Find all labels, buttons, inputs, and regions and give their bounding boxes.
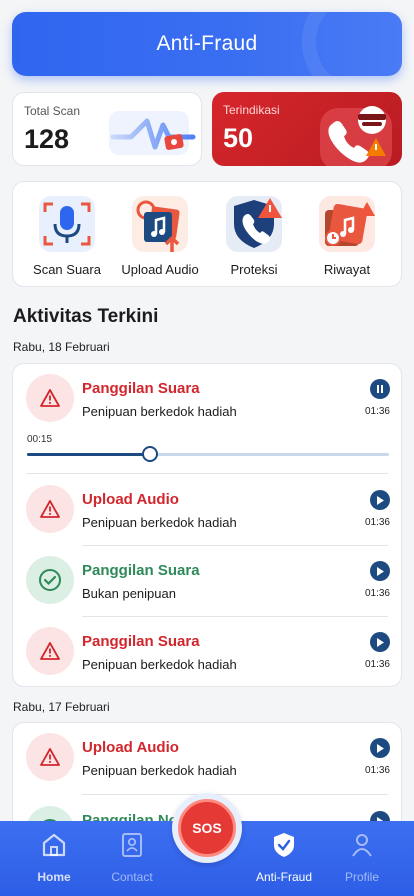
activity-title: Panggilan Suara — [82, 633, 200, 650]
warning-icon — [26, 374, 74, 422]
activity-duration: 01:36 — [364, 765, 390, 776]
upload-audio-action[interactable]: Upload Audio — [112, 196, 208, 277]
play-button[interactable] — [370, 490, 390, 510]
riwayat-label: Riwayat — [323, 262, 371, 277]
home-icon — [14, 831, 94, 859]
activity-subtitle: Penipuan berkedok hadiah — [82, 404, 237, 419]
shield-check-icon — [244, 831, 324, 859]
upload-audio-label: Upload Audio — [121, 262, 199, 277]
activity-card: Panggilan Suara Penipuan berkedok hadiah… — [12, 363, 402, 687]
play-button[interactable] — [370, 561, 390, 581]
nav-profile-label: Profile — [344, 870, 379, 884]
contact-book-icon — [92, 831, 172, 859]
audio-progress-thumb[interactable] — [142, 446, 159, 462]
user-icon — [322, 831, 402, 859]
check-circle-icon — [26, 556, 74, 604]
divider — [82, 794, 388, 795]
fraud-indicated-value: 50 — [223, 123, 254, 153]
warning-icon — [26, 627, 74, 675]
date-header: Rabu, 17 Februari — [13, 700, 110, 714]
scan-suara-label: Scan Suara — [33, 262, 101, 277]
divider — [26, 473, 388, 474]
proteksi-action[interactable]: Proteksi — [206, 196, 302, 277]
warning-icon — [26, 485, 74, 533]
riwayat-action[interactable]: Riwayat — [299, 196, 395, 277]
activity-title: Panggilan Suara — [82, 380, 200, 397]
quick-actions-panel: Scan Suara Upload Audio Proteksi Riwayat — [12, 181, 402, 287]
activity-row[interactable]: Upload Audio Penipuan berkedok hadiah 01… — [13, 475, 401, 545]
nav-contact-label: Contact — [111, 870, 153, 884]
nav-anti-fraud[interactable]: Anti-Fraud — [244, 831, 324, 884]
activity-duration: 01:36 — [364, 588, 390, 599]
date-header: Rabu, 18 Februari — [13, 340, 110, 354]
recent-activity-title: Aktivitas Terkini — [13, 306, 159, 327]
nav-profile[interactable]: Profile — [322, 831, 402, 884]
app-header: Anti-Fraud — [12, 12, 402, 76]
player-elapsed-time: 00:15 — [27, 434, 53, 445]
proteksi-label: Proteksi — [230, 262, 278, 277]
shield-phone-icon — [226, 196, 282, 252]
microphone-scan-icon — [39, 196, 95, 252]
activity-subtitle: Bukan penipuan — [82, 586, 176, 601]
sos-button-ring: SOS — [172, 793, 242, 863]
fraud-indicated-card[interactable]: Terindikasi 50 — [212, 92, 402, 166]
pause-button[interactable] — [370, 379, 390, 399]
sos-button[interactable]: SOS — [178, 799, 236, 857]
play-button[interactable] — [370, 738, 390, 758]
nav-contact[interactable]: Contact — [92, 831, 172, 884]
activity-row[interactable]: Panggilan Suara Penipuan berkedok hadiah… — [13, 617, 401, 686]
total-scan-label: Total Scan — [24, 104, 81, 118]
nav-home[interactable]: Home — [14, 831, 94, 884]
activity-duration: 01:36 — [364, 659, 390, 670]
nav-anti-fraud-label: Anti-Fraud — [255, 870, 313, 884]
upload-audio-icon — [132, 196, 188, 252]
activity-duration: 01:36 — [364, 517, 390, 528]
scan-suara-action[interactable]: Scan Suara — [19, 196, 115, 277]
activity-row[interactable]: Panggilan Suara Bukan penipuan 01:36 — [13, 546, 401, 616]
activity-subtitle: Penipuan berkedok hadiah — [82, 763, 237, 778]
activity-subtitle: Penipuan berkedok hadiah — [82, 515, 237, 530]
audio-progress-fill — [27, 453, 151, 456]
activity-title: Panggilan Suara — [82, 562, 200, 579]
waveform-icon — [109, 111, 196, 155]
audio-progress-slider[interactable] — [27, 446, 389, 462]
header-decoration — [302, 12, 402, 76]
total-scan-value: 128 — [24, 124, 70, 154]
total-scan-card[interactable]: Total Scan 128 — [12, 92, 202, 166]
activity-subtitle: Penipuan berkedok hadiah — [82, 657, 237, 672]
nav-home-label: Home — [37, 870, 71, 884]
activity-title: Upload Audio — [82, 491, 179, 508]
history-icon — [319, 196, 375, 252]
warning-icon — [26, 733, 74, 781]
page-title: Anti-Fraud — [156, 32, 258, 55]
play-button[interactable] — [370, 632, 390, 652]
scam-caller-icon — [320, 106, 392, 166]
fraud-indicated-label: Terindikasi — [223, 103, 280, 117]
activity-duration: 01:36 — [364, 406, 390, 417]
activity-row[interactable]: Upload Audio Penipuan berkedok hadiah 01… — [13, 723, 401, 793]
activity-title: Upload Audio — [82, 739, 179, 756]
activity-row[interactable]: Panggilan Suara Penipuan berkedok hadiah… — [13, 364, 401, 434]
